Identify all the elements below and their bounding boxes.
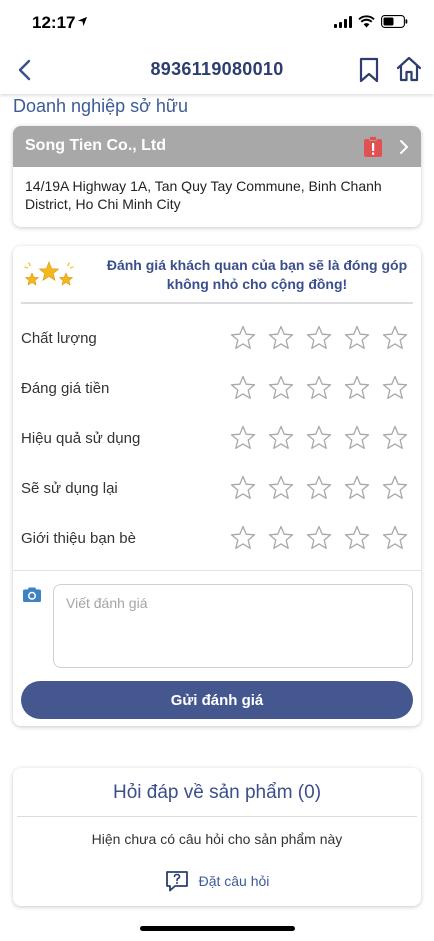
star-icon[interactable]	[305, 524, 333, 552]
rating-stars	[229, 524, 409, 552]
rating-label: Đáng giá tiền	[21, 380, 110, 397]
star-icon[interactable]	[343, 474, 371, 502]
rating-stars	[229, 324, 409, 352]
submit-review-button[interactable]: Gửi đánh giá	[21, 681, 413, 719]
rating-stars	[229, 424, 409, 452]
question-icon	[165, 871, 188, 892]
star-icon[interactable]	[305, 374, 333, 402]
wifi-icon	[358, 15, 375, 28]
location-arrow-icon	[77, 16, 88, 27]
qa-title: Hỏi đáp về sản phẩm (0)	[112, 782, 322, 803]
rating-row: Chất lượng	[13, 318, 421, 358]
star-icon[interactable]	[305, 324, 333, 352]
star-icon[interactable]	[229, 474, 257, 502]
star-icon[interactable]	[381, 524, 409, 552]
divider	[13, 570, 421, 571]
star-icon[interactable]	[381, 374, 409, 402]
rating-card: Đánh giá khách quan của bạn sẽ là đóng g…	[13, 246, 421, 726]
star-icon[interactable]	[343, 524, 371, 552]
rating-label: Giới thiệu bạn bè	[21, 530, 136, 547]
star-icon[interactable]	[305, 474, 333, 502]
company-name: Song Tien Co., Ltd	[25, 137, 167, 154]
rating-banner-text: Đánh giá khách quan của bạn sẽ là đóng g…	[106, 257, 408, 292]
star-icon[interactable]	[229, 424, 257, 452]
company-header[interactable]: Song Tien Co., Ltd	[13, 126, 421, 167]
ask-question-label: Đặt câu hỏi	[198, 873, 270, 889]
rating-row: Hiệu quả sử dụng	[13, 418, 421, 458]
star-icon[interactable]	[267, 424, 295, 452]
status-bar: 12:17	[0, 0, 434, 46]
ask-question-button[interactable]: Đặt câu hỏi	[13, 870, 421, 892]
rating-label: Chất lượng	[21, 330, 97, 347]
star-icon[interactable]	[229, 524, 257, 552]
chevron-right-icon	[400, 140, 409, 154]
stars-badge-icon	[24, 261, 74, 286]
company-address: 14/19A Highway 1A, Tan Quy Tay Commune, …	[25, 178, 382, 212]
star-icon[interactable]	[229, 324, 257, 352]
status-icons	[334, 15, 408, 28]
qa-card: Hỏi đáp về sản phẩm (0) Hiện chưa có câu…	[13, 768, 421, 906]
star-icon[interactable]	[267, 474, 295, 502]
star-icon[interactable]	[381, 324, 409, 352]
star-icon[interactable]	[343, 324, 371, 352]
company-card[interactable]: Song Tien Co., Ltd 14/19A Highway 1A, Ta…	[13, 126, 421, 227]
signal-icon	[334, 15, 352, 28]
rating-label: Hiệu quả sử dụng	[21, 430, 141, 447]
status-time: 12:17	[32, 13, 76, 32]
rating-label: Sẽ sử dụng lại	[21, 480, 118, 497]
divider	[17, 816, 417, 817]
star-icon[interactable]	[267, 374, 295, 402]
rating-stars	[229, 374, 409, 402]
bookmark-icon[interactable]	[358, 57, 380, 83]
qa-empty-text: Hiện chưa có câu hỏi cho sản phẩm này	[91, 831, 343, 847]
rating-banner: Đánh giá khách quan của bạn sẽ là đóng g…	[21, 246, 413, 304]
review-input[interactable]	[53, 584, 413, 668]
star-icon[interactable]	[343, 374, 371, 402]
battery-icon	[381, 15, 408, 28]
report-badge-icon	[364, 136, 382, 157]
star-icon[interactable]	[229, 374, 257, 402]
camera-icon[interactable]	[21, 586, 43, 604]
star-icon[interactable]	[267, 324, 295, 352]
star-icon[interactable]	[267, 524, 295, 552]
nav-bar: 8936119080010	[0, 46, 434, 94]
home-icon[interactable]	[396, 56, 422, 82]
rating-row: Đáng giá tiền	[13, 368, 421, 408]
owner-heading: Doanh nghiệp sở hữu	[13, 96, 188, 116]
star-icon[interactable]	[381, 474, 409, 502]
star-icon[interactable]	[381, 424, 409, 452]
star-icon[interactable]	[343, 424, 371, 452]
rating-row: Sẽ sử dụng lại	[13, 468, 421, 508]
home-indicator	[140, 926, 295, 931]
rating-row: Giới thiệu bạn bè	[13, 518, 421, 558]
star-icon[interactable]	[305, 424, 333, 452]
rating-stars	[229, 474, 409, 502]
